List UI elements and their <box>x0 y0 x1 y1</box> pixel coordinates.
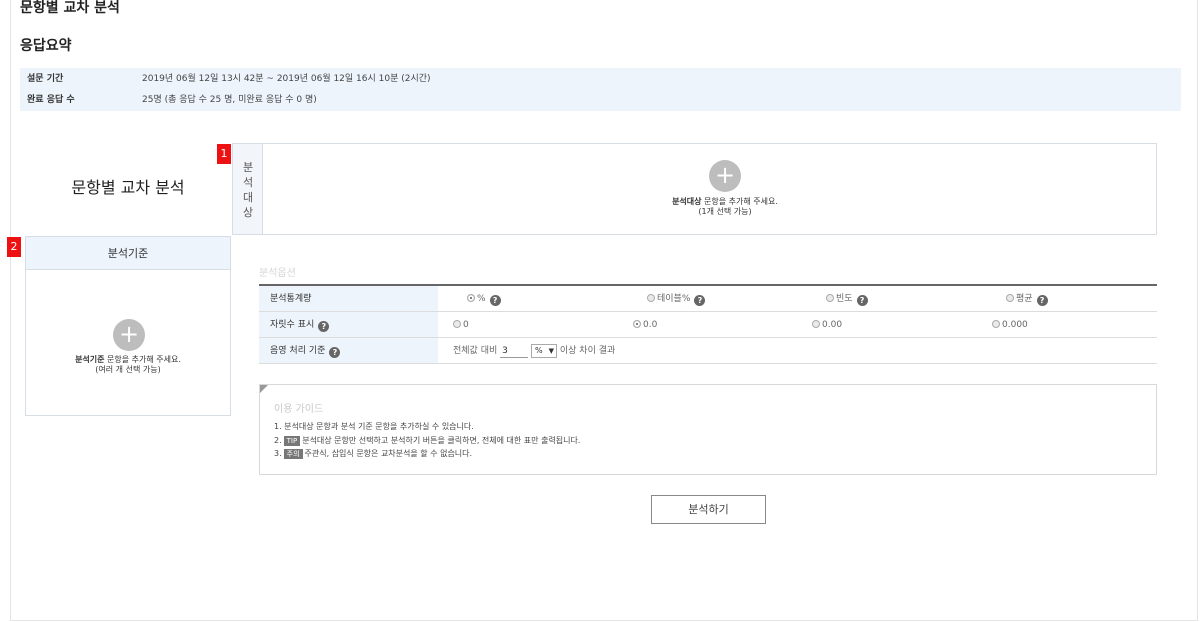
help-icon[interactable]: ? <box>318 321 330 332</box>
analysis-target-box[interactable]: 분석대상 + 분석대상 문항을 추가해 주세요. (1개 선택 가능) <box>232 143 1157 235</box>
guide-title: 이용 가이드 <box>274 404 324 415</box>
statistic-option-percent[interactable]: %? <box>467 286 501 311</box>
shading-prefix: 전체값 대비 <box>453 346 498 356</box>
guide-line-2-text: 분석대상 문항만 선택하고 분석하기 버튼을 클릭하면, 전체에 대한 표만 출… <box>302 436 581 445</box>
analysis-options-title: 분석옵션 <box>259 268 296 279</box>
shading-row: 음영 처리 기준? 전체값 대비 3 % ▼ 이상 차이 결과 <box>259 338 1157 364</box>
period-value: 2019년 06월 12일 13시 42분 ~ 2019년 06월 12일 16… <box>142 74 431 84</box>
step-badge-2: 2 <box>7 237 21 257</box>
help-icon[interactable]: ? <box>856 295 868 306</box>
statistic-label-text: 분석통계량 <box>270 294 312 304</box>
decimal-row: 자릿수 표시? 0 0.0 0.00 0.000 <box>259 312 1157 338</box>
radio-icon[interactable] <box>812 320 820 328</box>
option-label: 빈도 <box>836 294 853 304</box>
summary-period-row: 설문 기간 2019년 06월 12일 13시 42분 ~ 2019년 06월 … <box>20 69 1181 89</box>
radio-icon[interactable] <box>992 320 1000 328</box>
plus-icon: + <box>118 320 140 348</box>
guide-line-3-number: 3. <box>274 449 282 458</box>
shading-suffix: 이상 차이 결과 <box>559 346 616 356</box>
guide-line-3: 3. 주의 주관식, 삽입식 문항은 교차분석을 할 수 없습니다. <box>274 448 472 460</box>
radio-icon[interactable] <box>826 294 834 302</box>
option-label: 0 <box>463 320 469 330</box>
criteria-hint: 분석기준 문항을 추가해 주세요. (여러 개 선택 가능) <box>29 355 227 375</box>
responses-label: 완료 응답 수 <box>27 95 75 105</box>
help-icon[interactable]: ? <box>1036 295 1048 306</box>
usage-guide: 이용 가이드 1. 분석대상 문항과 분석 기준 문항을 추가하실 수 있습니다… <box>259 384 1157 475</box>
add-target-question-button[interactable]: + <box>709 160 741 192</box>
help-icon[interactable]: ? <box>694 295 706 306</box>
radio-selected-icon[interactable] <box>467 294 475 302</box>
target-hint-bold: 분석대상 <box>672 197 702 206</box>
option-label: 테이블% <box>657 294 691 304</box>
page-title: 문항별 교차 분석 <box>20 0 120 16</box>
target-hint-text: 문항을 추가해 주세요. <box>701 197 778 206</box>
radio-icon[interactable] <box>647 294 655 302</box>
decimal-option-1[interactable]: 0.0 <box>633 312 657 337</box>
add-criteria-question-button[interactable]: + <box>113 319 145 351</box>
cross-analysis-heading: 문항별 교차 분석 <box>71 178 185 197</box>
criteria-hint-bold: 분석기준 <box>75 355 105 364</box>
option-label: 0.0 <box>643 320 658 330</box>
summary-title: 응답요약 <box>20 38 72 54</box>
shading-unit-select[interactable]: % ▼ <box>531 343 558 358</box>
analysis-criteria-header: 분석기준 <box>26 237 230 270</box>
shading-threshold-input[interactable]: 3 <box>500 344 529 358</box>
plus-icon: + <box>714 161 736 189</box>
statistic-option-table-percent[interactable]: 테이블%? <box>647 286 706 311</box>
analysis-criteria-box[interactable]: 분석기준 + 분석기준 문항을 추가해 주세요. (여러 개 선택 가능) <box>25 236 231 416</box>
analysis-options-table: 분석통계량 %? 테이블%? 빈도? 평균? 자릿수 표시? 0 0.0 0.0… <box>259 284 1157 364</box>
summary-responses-row: 완료 응답 수 25명 (총 응답 수 25 명, 미완료 응답 수 0 명) <box>20 90 1181 110</box>
help-icon[interactable]: ? <box>489 295 501 306</box>
decimal-option-0[interactable]: 0 <box>453 312 469 337</box>
option-label: 평균 <box>1016 294 1033 304</box>
step-badge-1: 1 <box>217 144 231 164</box>
shading-controls: 전체값 대비 3 % ▼ 이상 차이 결과 <box>453 338 615 363</box>
guide-line-1: 1. 분석대상 문항과 분석 기준 문항을 추가하실 수 있습니다. <box>274 422 474 431</box>
analysis-target-side: 분석대상 <box>233 144 263 234</box>
shading-label: 음영 처리 기준? <box>259 338 438 363</box>
statistic-label: 분석통계량 <box>259 286 438 311</box>
period-label: 설문 기간 <box>27 74 64 84</box>
statistic-row: 분석통계량 %? 테이블%? 빈도? 평균? <box>259 286 1157 312</box>
criteria-hint-text: 문항을 추가해 주세요. <box>104 355 181 364</box>
guide-line-2-number: 2. <box>274 436 282 445</box>
statistic-option-average[interactable]: 평균? <box>1006 286 1048 311</box>
dropdown-arrow-icon: ▼ <box>548 346 555 355</box>
warning-tag: 주의 <box>283 449 303 459</box>
decimal-label-text: 자릿수 표시 <box>270 320 315 330</box>
option-label: 0.00 <box>822 320 843 330</box>
tip-tag: TIP <box>283 436 301 446</box>
response-summary: 설문 기간 2019년 06월 12일 13시 42분 ~ 2019년 06월 … <box>20 68 1181 111</box>
shading-unit-value: % <box>535 345 543 355</box>
radio-icon[interactable] <box>1006 294 1014 302</box>
responses-value: 25명 (총 응답 수 25 명, 미완료 응답 수 0 명) <box>142 95 317 105</box>
guide-line-2: 2. TIP 분석대상 문항만 선택하고 분석하기 버튼을 클릭하면, 전체에 대한… <box>274 435 580 447</box>
option-label: 0.000 <box>1002 320 1028 330</box>
target-hint: 분석대상 문항을 추가해 주세요. (1개 선택 가능) <box>625 197 825 217</box>
decimal-label: 자릿수 표시? <box>259 312 438 337</box>
analysis-target-label: 분석대상 <box>242 161 254 219</box>
radio-icon[interactable] <box>453 320 461 328</box>
decimal-option-3[interactable]: 0.000 <box>992 312 1028 337</box>
help-icon[interactable]: ? <box>329 347 341 358</box>
analyze-button[interactable]: 분석하기 <box>651 495 766 524</box>
guide-line-3-text: 주관식, 삽입식 문항은 교차분석을 할 수 없습니다. <box>304 449 473 458</box>
decimal-option-2[interactable]: 0.00 <box>812 312 842 337</box>
target-hint-sub: (1개 선택 가능) <box>698 207 752 216</box>
option-label: % <box>477 294 486 304</box>
shading-label-text: 음영 처리 기준 <box>270 346 326 356</box>
corner-fold-icon <box>260 385 268 393</box>
radio-selected-icon[interactable] <box>633 320 641 328</box>
statistic-option-frequency[interactable]: 빈도? <box>826 286 868 311</box>
criteria-hint-sub: (여러 개 선택 가능) <box>95 365 161 374</box>
